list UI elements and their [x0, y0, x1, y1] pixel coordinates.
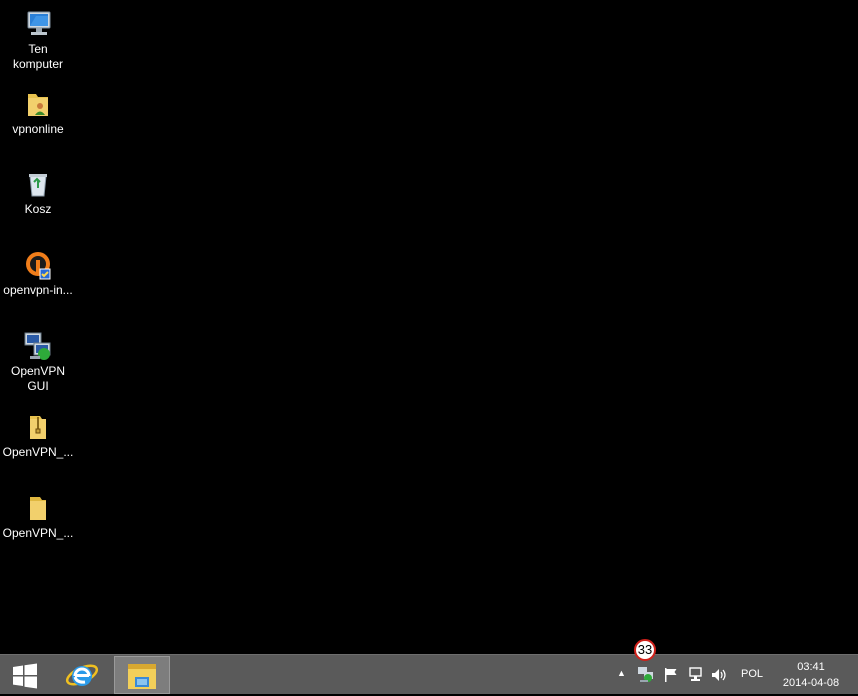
file-explorer-icon: [126, 661, 158, 696]
desktop-icon-label: Kosz: [24, 202, 52, 216]
desktop-icon-label: OpenVPN_...: [2, 445, 74, 459]
windows-logo-icon: [12, 663, 38, 694]
flag-icon[interactable]: [664, 667, 678, 686]
clock-time: 03:41: [797, 661, 825, 673]
speaker-icon[interactable]: [711, 667, 727, 686]
desktop-icon-vpnonline[interactable]: vpnonline: [0, 88, 76, 137]
notification-count-badge: 33: [634, 639, 656, 661]
desktop-icon-label: OpenVPN GUI: [10, 364, 66, 393]
folder-icon: [22, 492, 54, 524]
desktop-icon-label: openvpn-in...: [3, 283, 73, 297]
taskbar-file-explorer-button[interactable]: [114, 656, 170, 694]
desktop-icon-label: Ten komputer: [12, 42, 64, 71]
folder-zip-icon: [22, 411, 54, 443]
desktop-icon-this-pc[interactable]: Ten komputer: [0, 8, 76, 72]
desktop-icon-label: OpenVPN_...: [2, 526, 74, 540]
desktop-icon-openvpn-folder[interactable]: OpenVPN_...: [0, 492, 76, 541]
desktop-icon-openvpn-gui[interactable]: OpenVPN GUI: [0, 330, 76, 394]
openvpn-tray-icon[interactable]: [637, 666, 655, 687]
chevron-up-icon[interactable]: ▲: [617, 668, 626, 678]
start-button[interactable]: [0, 656, 52, 694]
openvpn-installer-icon: [22, 249, 54, 281]
openvpn-gui-icon: [22, 330, 54, 362]
desktop-icon-label: vpnonline: [12, 122, 64, 136]
desktop-icon-recycle-bin[interactable]: Kosz: [0, 168, 76, 217]
internet-explorer-icon: [65, 659, 99, 696]
taskbar: ▲ POL 03:41 2014-04-08: [0, 654, 858, 694]
computer-icon: [22, 8, 54, 40]
taskbar-internet-explorer-button[interactable]: [55, 656, 111, 694]
desktop: Ten komputer vpnonline Kosz openvpn-in..…: [0, 0, 858, 654]
taskbar-clock[interactable]: 03:41 2014-04-08: [776, 659, 846, 691]
recycle-bin-icon: [22, 168, 54, 200]
folder-user-icon: [22, 88, 54, 120]
input-language-indicator[interactable]: POL: [741, 668, 763, 680]
clock-date: 2014-04-08: [782, 677, 840, 689]
desktop-icon-openvpn-archive[interactable]: OpenVPN_...: [0, 411, 76, 460]
network-icon[interactable]: [688, 667, 704, 686]
desktop-icon-openvpn-installer[interactable]: openvpn-in...: [0, 249, 76, 298]
